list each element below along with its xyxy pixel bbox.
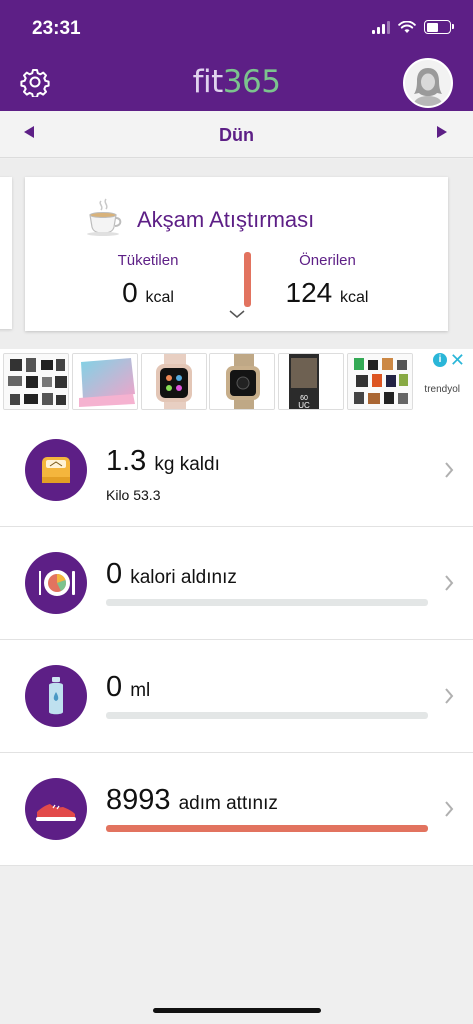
- cellular-signal-icon: [372, 20, 390, 34]
- date-label: Dün: [219, 125, 254, 145]
- ad-banner[interactable]: 60 UC i ✕ trendyol: [0, 349, 473, 414]
- recommended-label: Önerilen: [299, 252, 356, 269]
- next-day-arrow-icon[interactable]: [437, 126, 447, 138]
- recommended-value: 124 kcal: [285, 277, 369, 308]
- home-indicator[interactable]: [153, 1008, 321, 1013]
- ad-product-stickers[interactable]: [3, 353, 69, 410]
- status-time: 23:31: [32, 18, 81, 39]
- calories-taken: 0 kalori aldınız: [106, 558, 237, 590]
- steps-progress-bar: [106, 825, 428, 832]
- battery-icon: [424, 20, 454, 34]
- list-item-steps[interactable]: 8993 adım attınız: [0, 753, 473, 866]
- scale-icon: [25, 439, 87, 501]
- user-silhouette-icon: [405, 60, 451, 106]
- sneaker-icon: [25, 778, 87, 840]
- water-bottle-icon: [25, 665, 87, 727]
- tea-cup-icon: [87, 198, 122, 236]
- list-item-calories[interactable]: 0 kalori aldınız: [0, 527, 473, 640]
- chevron-down-icon[interactable]: [227, 307, 247, 321]
- meal-carousel[interactable]: Akşam Atıştırması Tüketilen 0 kcal Öneri…: [0, 159, 473, 349]
- meal-calorie-bar: [244, 252, 251, 307]
- water-progress-bar: [106, 712, 428, 719]
- ad-product-game-card[interactable]: 60 UC: [278, 353, 344, 410]
- chevron-right-icon: [445, 462, 454, 478]
- app-header: 23:31 fit365: [0, 0, 473, 111]
- status-icons: [372, 20, 454, 34]
- chevron-right-icon: [445, 801, 454, 817]
- ad-brand-label: trendyol: [424, 384, 460, 395]
- previous-meal-card[interactable]: [0, 177, 12, 329]
- calorie-progress-bar: [106, 599, 428, 606]
- chevron-right-icon: [445, 575, 454, 591]
- ad-product-poster-set[interactable]: [347, 353, 413, 410]
- water-amount: 0 ml: [106, 671, 151, 703]
- ad-product-laptop-case[interactable]: [72, 353, 138, 410]
- date-navigation: Dün: [0, 111, 473, 158]
- plate-icon: [25, 552, 87, 614]
- ad-close-icon[interactable]: ✕: [450, 350, 465, 371]
- consumed-label: Tüketilen: [117, 252, 179, 269]
- consumed-value: 0 kcal: [122, 277, 174, 308]
- current-weight: Kilo 53.3: [106, 487, 161, 503]
- list-item-water[interactable]: 0 ml: [0, 640, 473, 753]
- list-item-weight[interactable]: 1.3 kg kaldı Kilo 53.3: [0, 414, 473, 527]
- summary-list: 1.3 kg kaldı Kilo 53.3 0 kalori aldınız: [0, 414, 473, 866]
- chevron-right-icon: [445, 688, 454, 704]
- steps-count: 8993 adım attınız: [106, 784, 278, 816]
- ad-info-icon[interactable]: i: [433, 353, 447, 367]
- wifi-icon: [398, 20, 416, 33]
- avatar[interactable]: [403, 58, 453, 108]
- meal-card[interactable]: Akşam Atıştırması Tüketilen 0 kcal Öneri…: [25, 177, 448, 331]
- weight-remaining: 1.3 kg kaldı: [106, 445, 220, 477]
- meal-title: Akşam Atıştırması: [137, 207, 315, 232]
- ad-product-watch-pink[interactable]: [141, 353, 207, 410]
- svg-text:UC: UC: [298, 401, 310, 410]
- ad-product-watch-gold[interactable]: [209, 353, 275, 410]
